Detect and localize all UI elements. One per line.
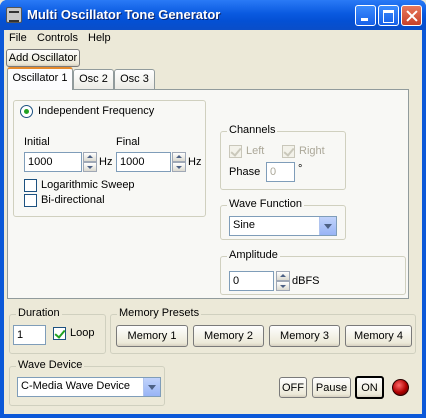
frequency-group: Independent Frequency Initial 1000 Hz Fi… <box>13 100 206 217</box>
tab-osc-3[interactable]: Osc 3 <box>114 69 155 89</box>
close-button[interactable] <box>401 5 422 26</box>
menu-bar: File Controls Help <box>4 30 422 48</box>
amplitude-spinner[interactable] <box>276 271 290 291</box>
amplitude-title: Amplitude <box>227 249 280 261</box>
independent-frequency-radio[interactable] <box>20 105 33 118</box>
pause-button[interactable]: Pause <box>312 377 351 398</box>
left-channel-label: Left <box>246 145 265 157</box>
app-icon <box>6 7 22 23</box>
duration-group: Duration 1 Loop <box>9 307 106 354</box>
bidirectional-label: Bi-directional <box>41 194 105 206</box>
left-channel-checkbox[interactable] <box>229 145 242 158</box>
add-oscillator-button[interactable]: Add Oscillator <box>6 49 80 67</box>
wave-function-value: Sine <box>233 219 256 231</box>
amplitude-group: Amplitude 0 dBFS <box>220 249 406 295</box>
memory-2-button[interactable]: Memory 2 <box>193 325 264 347</box>
off-button[interactable]: OFF <box>279 377 307 398</box>
memory-presets-title: Memory Presets <box>117 307 202 319</box>
memory-1-button[interactable]: Memory 1 <box>116 325 188 347</box>
channels-title: Channels <box>227 124 278 136</box>
final-frequency-spinner[interactable] <box>172 152 186 172</box>
phase-label: Phase <box>229 166 261 178</box>
amplitude-input[interactable]: 0 <box>229 271 274 291</box>
chevron-down-icon[interactable] <box>172 162 186 172</box>
logarithmic-sweep-checkbox[interactable] <box>24 179 37 192</box>
tab-osc-2[interactable]: Osc 2 <box>73 69 114 89</box>
client-area: File Controls Help Add Oscillator Oscill… <box>4 30 422 414</box>
channels-group: Channels Left Right Phase 0 ° <box>220 124 346 190</box>
wave-function-group: Wave Function Sine <box>220 198 346 240</box>
chevron-down-icon[interactable] <box>143 378 160 396</box>
chevron-up-icon[interactable] <box>172 152 186 162</box>
right-channel-label: Right <box>299 145 325 157</box>
initial-label: Initial <box>24 136 50 148</box>
title-bar[interactable]: Multi Oscillator Tone Generator <box>0 0 426 30</box>
independent-frequency-label: Independent Frequency <box>38 105 155 117</box>
wave-function-select[interactable]: Sine <box>229 216 337 236</box>
initial-frequency-input[interactable]: 1000 <box>24 152 82 172</box>
phase-unit: ° <box>298 163 303 175</box>
app-window: Multi Oscillator Tone Generator File Con… <box>0 0 426 418</box>
initial-unit-label: Hz <box>99 156 113 168</box>
on-button[interactable]: ON <box>355 376 384 399</box>
initial-frequency-spinner[interactable] <box>83 152 97 172</box>
duration-title: Duration <box>16 307 62 319</box>
final-label: Final <box>116 136 140 148</box>
window-title: Multi Oscillator Tone Generator <box>27 7 221 22</box>
minimize-button[interactable] <box>355 5 376 26</box>
wave-device-select[interactable]: C-Media Wave Device <box>17 377 161 397</box>
chevron-down-icon[interactable] <box>83 162 97 172</box>
bidirectional-checkbox[interactable] <box>24 194 37 207</box>
right-channel-checkbox[interactable] <box>282 145 295 158</box>
wave-device-title: Wave Device <box>16 359 85 371</box>
memory-4-button[interactable]: Memory 4 <box>345 325 412 347</box>
phase-input[interactable]: 0 <box>266 162 295 182</box>
final-frequency-input[interactable]: 1000 <box>116 152 171 172</box>
maximize-button[interactable] <box>378 5 399 26</box>
chevron-down-icon[interactable] <box>319 217 336 235</box>
tab-oscillator-1[interactable]: Oscillator 1 <box>7 67 73 90</box>
loop-checkbox[interactable] <box>53 327 66 340</box>
duration-input[interactable]: 1 <box>13 325 46 345</box>
menu-controls[interactable]: Controls <box>37 32 78 44</box>
chevron-down-icon[interactable] <box>276 281 290 291</box>
menu-file[interactable]: File <box>9 32 27 44</box>
wave-function-title: Wave Function <box>227 198 304 210</box>
final-unit-label: Hz <box>188 156 202 168</box>
memory-3-button[interactable]: Memory 3 <box>269 325 340 347</box>
loop-label: Loop <box>70 327 95 339</box>
memory-presets-group: Memory Presets Memory 1 Memory 2 Memory … <box>110 307 416 354</box>
oscillator-panel: Independent Frequency Initial 1000 Hz Fi… <box>7 89 409 299</box>
logarithmic-sweep-label: Logarithmic Sweep <box>41 179 135 191</box>
menu-help[interactable]: Help <box>88 32 111 44</box>
status-led-icon <box>392 379 409 396</box>
chevron-up-icon[interactable] <box>83 152 97 162</box>
amplitude-unit: dBFS <box>292 275 320 287</box>
wave-device-group: Wave Device C-Media Wave Device <box>9 359 165 406</box>
chevron-up-icon[interactable] <box>276 271 290 281</box>
wave-device-value: C-Media Wave Device <box>21 380 131 392</box>
